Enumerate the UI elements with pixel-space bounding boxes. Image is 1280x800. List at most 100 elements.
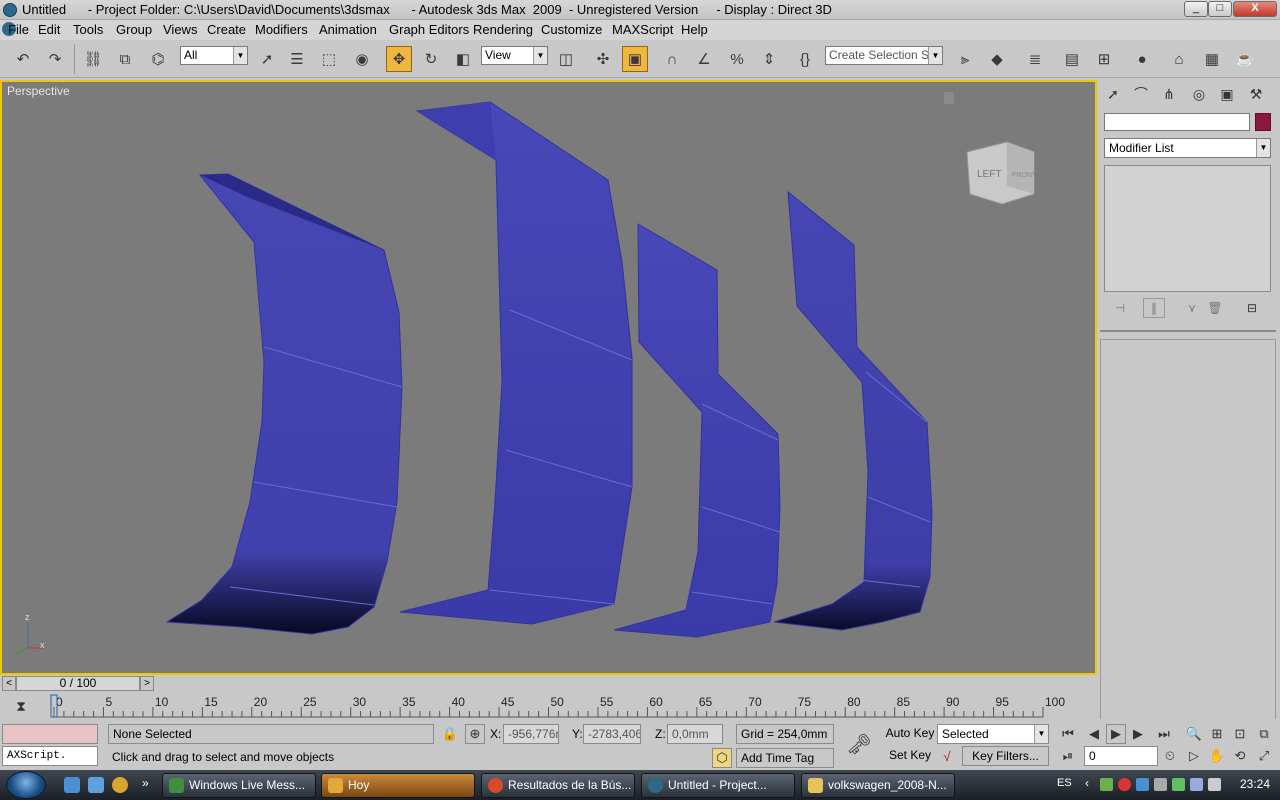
- show-hidden-icons-icon[interactable]: ‹: [1085, 776, 1089, 790]
- configure-modifier-sets-icon[interactable]: ⊟: [1241, 298, 1263, 318]
- redo-icon[interactable]: ↷: [42, 46, 68, 72]
- play-animation-icon[interactable]: ▶: [1106, 724, 1126, 744]
- hierarchy-tab-icon[interactable]: ⋔: [1157, 83, 1181, 105]
- remove-modifier-icon[interactable]: 🗑: [1204, 298, 1226, 318]
- key-mode-toggle-icon[interactable]: ⏯: [1058, 746, 1078, 766]
- extruded-spline-object[interactable]: [399, 101, 633, 625]
- tray-antivirus-icon[interactable]: [1118, 778, 1131, 791]
- next-frame-button[interactable]: >: [140, 676, 154, 691]
- tray-volume-icon[interactable]: [1208, 778, 1221, 791]
- viewcube[interactable]: LEFT FRONT: [966, 141, 1037, 205]
- modifier-stack[interactable]: [1104, 165, 1271, 292]
- extruded-spline-object[interactable]: [773, 190, 933, 631]
- menu-group[interactable]: Group: [116, 22, 152, 37]
- select-and-rotate-icon[interactable]: ↻: [418, 46, 444, 72]
- key-tangent-icon[interactable]: √: [937, 746, 957, 766]
- key-mode-dropdown[interactable]: Selected ▼: [937, 724, 1049, 744]
- display-tab-icon[interactable]: ▣: [1215, 83, 1239, 105]
- curve-editor-icon[interactable]: ▤: [1059, 46, 1085, 72]
- window-crossing-icon[interactable]: ◉: [349, 46, 375, 72]
- selection-filter-dropdown[interactable]: All ▼: [180, 46, 248, 65]
- previous-frame-button[interactable]: <: [2, 676, 16, 691]
- pin-stack-icon[interactable]: ⊣: [1109, 298, 1131, 318]
- time-slider[interactable]: < 0 / 100 >: [0, 676, 1097, 692]
- snaps-toggle-icon[interactable]: ∩: [659, 46, 685, 72]
- maximize-viewport-toggle-icon[interactable]: ⤢: [1254, 746, 1274, 766]
- quick-launch-overflow-icon[interactable]: »: [142, 776, 149, 790]
- previous-key-icon[interactable]: ◀: [1084, 724, 1104, 744]
- menu-rendering[interactable]: Rendering: [473, 22, 533, 37]
- time-slider-thumb[interactable]: 0 / 100: [16, 676, 140, 691]
- object-name-field[interactable]: [1104, 113, 1250, 131]
- key-filters-button[interactable]: Key Filters...: [962, 746, 1049, 766]
- pan-view-icon[interactable]: ✋: [1207, 746, 1227, 766]
- unlink-selection-icon[interactable]: ⧉: [112, 46, 138, 72]
- material-editor-icon[interactable]: ●: [1129, 46, 1155, 72]
- quick-render-icon[interactable]: ☕: [1232, 46, 1258, 72]
- track-bar[interactable]: ⧗ 0 5 10 15 20 25 30 35 40 45 50 55 60 65 70 75 80 85 90 95…: [0, 693, 1097, 721]
- chrome-icon[interactable]: [112, 777, 128, 793]
- set-keys-key-icon[interactable]: 🗝: [842, 734, 876, 756]
- taskbar-item[interactable]: Windows Live Mess...: [162, 773, 316, 798]
- y-coordinate-field[interactable]: -2783,406mm: [583, 724, 641, 744]
- close-button[interactable]: X: [1233, 1, 1277, 17]
- undo-icon[interactable]: ↶: [10, 46, 36, 72]
- next-key-icon[interactable]: ▶: [1128, 724, 1148, 744]
- add-time-tag-button[interactable]: Add Time Tag: [736, 748, 834, 768]
- zoom-extents-all-icon[interactable]: ⧉: [1254, 724, 1274, 744]
- menu-animation[interactable]: Animation: [319, 22, 377, 37]
- angle-snap-icon[interactable]: ∠: [691, 46, 717, 72]
- extruded-spline-object[interactable]: [613, 223, 781, 638]
- field-of-view-icon[interactable]: ▷: [1184, 746, 1204, 766]
- modifier-list-dropdown[interactable]: Modifier List ▼: [1104, 138, 1271, 158]
- language-indicator[interactable]: ES: [1057, 777, 1072, 789]
- reference-coordinate-dropdown[interactable]: View ▼: [481, 46, 548, 65]
- bind-to-space-warp-icon[interactable]: ⌬: [145, 46, 171, 72]
- clock[interactable]: 23:24: [1240, 777, 1270, 791]
- maxscript-mini-listener-top[interactable]: [2, 724, 98, 744]
- render-setup-icon[interactable]: ⌂: [1166, 46, 1192, 72]
- switch-windows-icon[interactable]: [88, 777, 104, 793]
- zoom-all-icon[interactable]: ⊞: [1207, 724, 1227, 744]
- go-to-end-icon[interactable]: ⏭: [1154, 724, 1174, 744]
- select-and-link-icon[interactable]: ⛓: [80, 46, 106, 72]
- menu-edit[interactable]: Edit: [38, 22, 60, 37]
- menu-help[interactable]: Help: [681, 22, 708, 37]
- edit-named-selection-icon[interactable]: {}: [792, 46, 818, 72]
- menu-tools[interactable]: Tools: [73, 22, 103, 37]
- layer-manager-icon[interactable]: ≣: [1022, 46, 1048, 72]
- utilities-tab-icon[interactable]: ⚒: [1244, 83, 1268, 105]
- select-and-scale-icon[interactable]: ◧: [450, 46, 476, 72]
- selection-lock-icon[interactable]: 🔒: [440, 724, 460, 744]
- menu-views[interactable]: Views: [163, 22, 197, 37]
- tray-messenger-icon[interactable]: [1136, 778, 1149, 791]
- motion-tab-icon[interactable]: ◎: [1187, 83, 1211, 105]
- taskbar-item[interactable]: Resultados de la Bús...: [481, 773, 635, 798]
- taskbar-item[interactable]: Hoy: [321, 773, 475, 798]
- z-coordinate-field[interactable]: 0,0mm: [667, 724, 723, 744]
- taskbar-item[interactable]: volkswagen_2008-N...: [801, 773, 955, 798]
- tray-connection-icon[interactable]: [1154, 778, 1167, 791]
- menu-modifiers[interactable]: Modifiers: [255, 22, 308, 37]
- make-unique-icon[interactable]: ⋎: [1181, 298, 1203, 318]
- start-button[interactable]: [6, 771, 46, 799]
- select-object-icon[interactable]: ➚: [254, 46, 280, 72]
- menu-maxscript[interactable]: MAXScript: [612, 22, 673, 37]
- select-and-move-icon[interactable]: ✥: [386, 46, 412, 72]
- menu-file[interactable]: File: [8, 22, 29, 37]
- zoom-extents-icon[interactable]: ⊡: [1230, 724, 1250, 744]
- rendered-frame-window-icon[interactable]: ▦: [1199, 46, 1225, 72]
- viewcube-left-face[interactable]: LEFT: [977, 169, 1001, 180]
- 3dsmax-app-icon[interactable]: [3, 3, 17, 17]
- tray-network-icon[interactable]: [1100, 778, 1113, 791]
- maxscript-mini-listener[interactable]: AXScript.: [2, 746, 98, 766]
- perspective-viewport[interactable]: Perspective LEFT FRONT z x: [0, 80, 1097, 675]
- maximize-button[interactable]: □: [1208, 1, 1232, 17]
- viewcube-front-face[interactable]: FRONT: [1012, 172, 1037, 179]
- rectangular-selection-icon[interactable]: ⬚: [316, 46, 342, 72]
- orbit-icon[interactable]: ⟲: [1230, 746, 1250, 766]
- menu-customize[interactable]: Customize: [541, 22, 602, 37]
- tray-wireless-icon[interactable]: [1190, 778, 1203, 791]
- time-tag-icon[interactable]: ⬡: [712, 748, 732, 768]
- minimize-button[interactable]: _: [1184, 1, 1208, 17]
